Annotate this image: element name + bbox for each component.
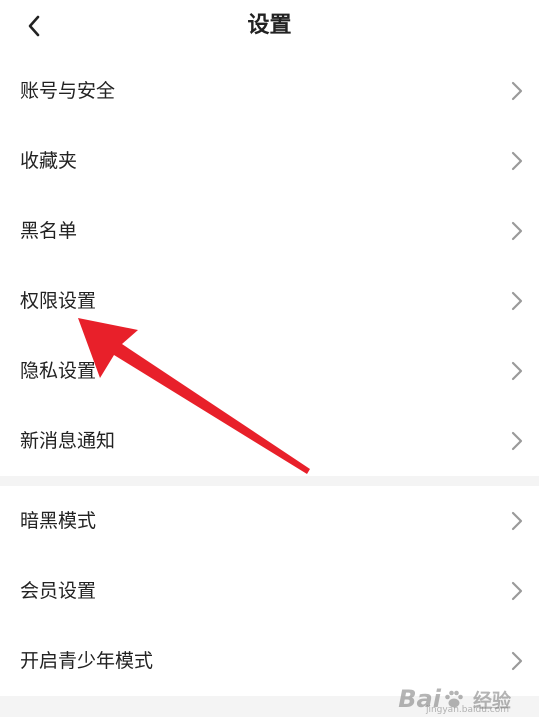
chevron-right-icon: [511, 81, 523, 101]
row-label: 收藏夹: [20, 150, 78, 172]
row-new-message-notifications[interactable]: 新消息通知: [0, 406, 539, 476]
chevron-left-icon: [28, 15, 40, 37]
row-label: 账号与安全: [20, 80, 116, 102]
chevron-right-icon: [511, 581, 523, 601]
row-teen-mode[interactable]: 开启青少年模式: [0, 626, 539, 696]
back-button[interactable]: [14, 8, 54, 44]
row-membership-settings[interactable]: 会员设置: [0, 556, 539, 626]
row-blacklist[interactable]: 黑名单: [0, 196, 539, 266]
row-permission-settings[interactable]: 权限设置: [0, 266, 539, 336]
row-label: 暗黑模式: [20, 510, 97, 532]
row-label: 黑名单: [20, 220, 78, 242]
bottom-strip: [0, 696, 539, 717]
row-label: 会员设置: [20, 580, 97, 602]
row-label: 新消息通知: [20, 430, 116, 452]
row-label: 开启青少年模式: [20, 650, 154, 672]
chevron-right-icon: [511, 511, 523, 531]
settings-group-main: 账号与安全 收藏夹 黑名单 权限设置 隐私设置 新消息通知: [0, 56, 539, 476]
row-favorites[interactable]: 收藏夹: [0, 126, 539, 196]
row-dark-mode[interactable]: 暗黑模式: [0, 486, 539, 556]
chevron-right-icon: [511, 291, 523, 311]
chevron-right-icon: [511, 151, 523, 171]
chevron-right-icon: [511, 651, 523, 671]
row-account-security[interactable]: 账号与安全: [0, 56, 539, 126]
row-privacy-settings[interactable]: 隐私设置: [0, 336, 539, 406]
top-bar: 设置: [0, 0, 539, 52]
chevron-right-icon: [511, 431, 523, 451]
chevron-right-icon: [511, 361, 523, 381]
row-label: 权限设置: [20, 290, 97, 312]
group-separator: [0, 476, 539, 486]
chevron-right-icon: [511, 221, 523, 241]
page-title: 设置: [247, 13, 292, 38]
settings-group-modes: 暗黑模式 会员设置 开启青少年模式: [0, 486, 539, 696]
row-label: 隐私设置: [20, 360, 97, 382]
